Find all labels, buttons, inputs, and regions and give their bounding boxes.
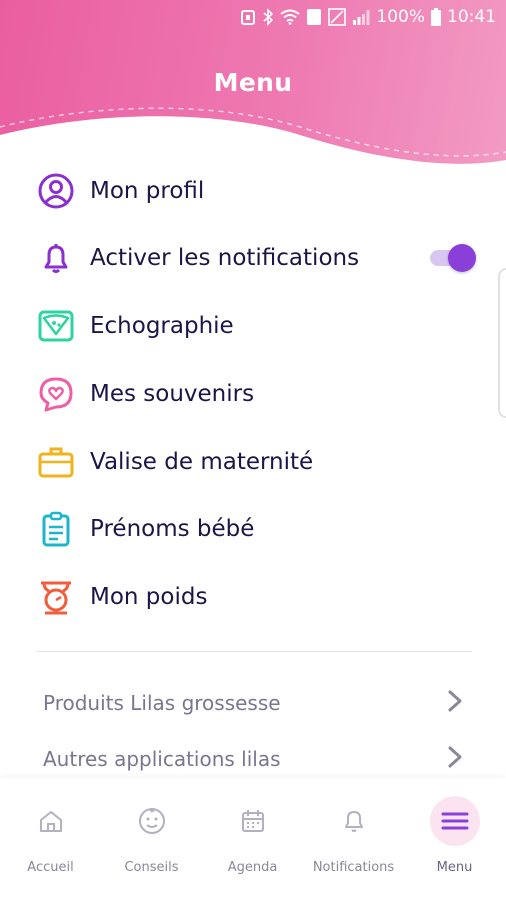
- link-produits-lilas[interactable]: Produits Lilas grossesse: [43, 683, 463, 723]
- nav-accueil[interactable]: Accueil: [0, 796, 101, 882]
- nav-label: Notifications: [312, 860, 395, 875]
- clipboard-icon: [36, 509, 76, 549]
- bluetooth-icon: [262, 8, 274, 26]
- link-label: Autres applications lilas: [43, 747, 281, 771]
- menu-item-label: Echographie: [90, 313, 234, 339]
- notifications-toggle[interactable]: [430, 244, 476, 272]
- nav-menu[interactable]: Menu: [404, 796, 505, 882]
- nav-conseils[interactable]: Conseils: [101, 796, 202, 882]
- nav-label: Menu: [436, 860, 473, 875]
- sim-badge-icon: [306, 8, 322, 26]
- wifi-icon: [280, 9, 301, 25]
- nav-agenda[interactable]: Agenda: [202, 796, 303, 882]
- scale-icon: [36, 577, 76, 617]
- suitcase-icon: [36, 442, 76, 482]
- nav-label: Conseils: [124, 860, 179, 875]
- menu-item-label: Mon profil: [90, 178, 205, 204]
- user-circle-icon: [36, 171, 76, 211]
- toggle-knob: [448, 244, 476, 272]
- page-title: Menu: [213, 68, 293, 97]
- bell-icon: [36, 238, 76, 278]
- hamburger-icon: [429, 796, 480, 846]
- link-autres-applications[interactable]: Autres applications lilas: [43, 739, 463, 779]
- ultrasound-icon: [36, 306, 76, 346]
- status-bar: 100% 10:41: [0, 0, 506, 34]
- calendar-icon: [228, 796, 278, 846]
- nav-notifications[interactable]: Notifications: [303, 796, 404, 882]
- nav-label: Accueil: [27, 860, 74, 875]
- menu-item-label: Mon poids: [90, 584, 208, 610]
- home-icon: [26, 796, 76, 846]
- nav-label: Agenda: [227, 860, 278, 875]
- divider: [36, 651, 472, 652]
- heart-bubble-icon: [36, 374, 76, 414]
- scroll-handle[interactable]: [498, 268, 506, 418]
- header: 100% 10:41 Menu: [0, 0, 506, 180]
- menu-item-label: Prénoms bébé: [90, 516, 255, 542]
- menu-item-label: Activer les notifications: [90, 245, 360, 271]
- menu-item-valise[interactable]: Valise de maternité: [36, 437, 476, 487]
- menu-item-echographie[interactable]: Echographie: [36, 301, 476, 351]
- menu-item-prenoms[interactable]: Prénoms bébé: [36, 504, 476, 554]
- menu-item-notifications[interactable]: Activer les notifications: [36, 233, 476, 283]
- menu-item-poids[interactable]: Mon poids: [36, 572, 476, 622]
- menu-item-label: Valise de maternité: [90, 449, 314, 475]
- link-label: Produits Lilas grossesse: [43, 691, 281, 715]
- bottom-navigation: Accueil Conseils Agenda Notifications Me…: [0, 778, 506, 900]
- menu-item-label: Mes souvenirs: [90, 381, 255, 407]
- baby-face-icon: [127, 796, 177, 846]
- battery-icon: [431, 8, 441, 26]
- chevron-right-icon: [447, 745, 463, 773]
- menu-item-profile[interactable]: Mon profil: [36, 166, 476, 216]
- chevron-right-icon: [447, 689, 463, 717]
- menu-item-souvenirs[interactable]: Mes souvenirs: [36, 369, 476, 419]
- bell-icon: [329, 796, 379, 846]
- signal-icon: [352, 8, 370, 26]
- battery-percent: 100%: [376, 7, 425, 27]
- no-sim-icon: [328, 8, 347, 26]
- lock-notification-icon: [240, 8, 256, 26]
- status-time: 10:41: [447, 7, 496, 27]
